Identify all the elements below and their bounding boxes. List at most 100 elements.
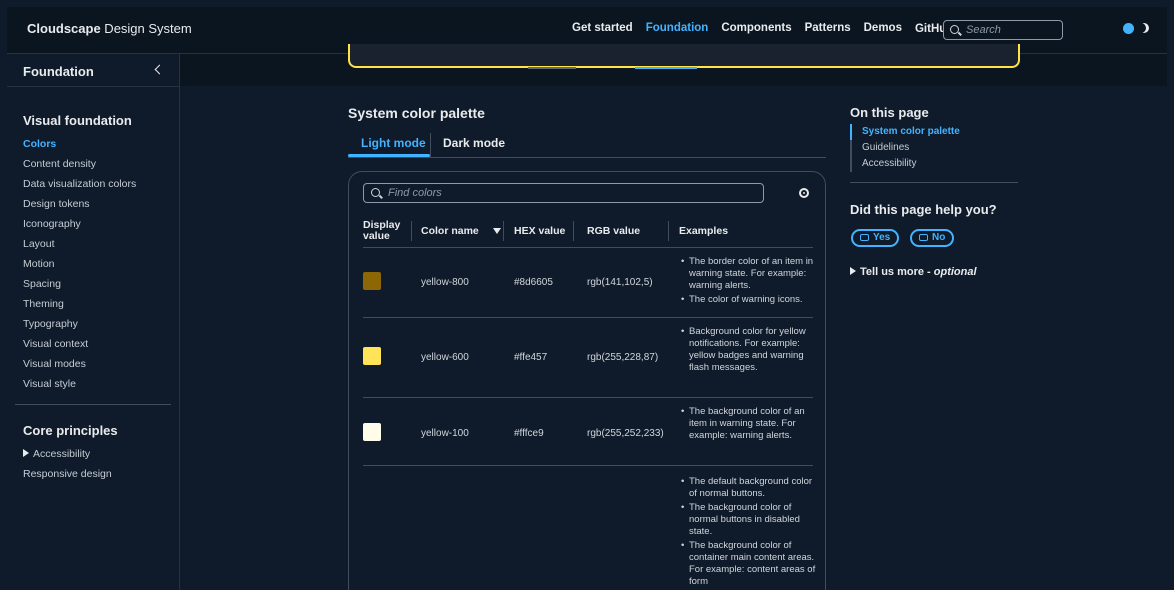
- app-frame: Cloudscape Design System Get started Fou…: [0, 0, 1174, 590]
- sidebar-item-spacing[interactable]: Spacing: [23, 274, 179, 294]
- rgb-value-cell: rgb(141,102,5): [587, 277, 653, 288]
- mode-tabs: Light mode Dark mode: [348, 133, 826, 158]
- sidebar-section-visual-foundation: Visual foundation: [23, 113, 132, 128]
- active-tab-indicator: [348, 154, 430, 157]
- right-panel-divider: [850, 182, 1018, 183]
- sidebar-item-content-density[interactable]: Content density: [23, 154, 179, 174]
- brand-logo[interactable]: Cloudscape Design System: [27, 21, 192, 36]
- sidebar-item-layout[interactable]: Layout: [23, 234, 179, 254]
- column-separator: [573, 221, 574, 241]
- rgb-value-cell: rgb(255,252,233): [587, 428, 664, 439]
- nav-link-components[interactable]: Components: [721, 22, 791, 35]
- sidebar-title[interactable]: Foundation: [23, 64, 94, 79]
- sidebar-item-responsive-design[interactable]: Responsive design: [23, 464, 179, 484]
- nav-link-get-started[interactable]: Get started: [572, 22, 633, 35]
- feedback-title: Did this page help you?: [850, 202, 997, 217]
- sidebar-item-typography[interactable]: Typography: [23, 314, 179, 334]
- anchor-accessibility[interactable]: Accessibility: [852, 156, 960, 172]
- rgb-value-cell: rgb(255,228,87): [587, 352, 659, 363]
- feedback-no-button[interactable]: No: [910, 229, 955, 247]
- example-item: The color of warning icons.: [679, 294, 819, 306]
- column-separator: [503, 221, 504, 241]
- sidebar-divider: [15, 404, 171, 405]
- sidebar-item-colors[interactable]: Colors: [23, 134, 179, 154]
- table-header: Display value Color name HEX value RGB v…: [363, 215, 813, 248]
- brand-name-bold: Cloudscape: [27, 21, 101, 36]
- sidebar-item-accessibility-label: Accessibility: [33, 448, 91, 460]
- expand-caret-icon: [23, 449, 29, 457]
- sidebar-item-visual-style[interactable]: Visual style: [23, 374, 179, 394]
- sort-descending-icon: [492, 228, 501, 234]
- nav-link-foundation[interactable]: Foundation: [646, 22, 709, 35]
- table-row: yellow-600 #ffe457 rgb(255,228,87) Backg…: [363, 318, 813, 398]
- examples-cell: Background color for yellow notification…: [679, 326, 819, 376]
- site-search-placeholder: Search: [966, 24, 1001, 36]
- example-item: The border color of an item in warning s…: [679, 256, 819, 292]
- column-header-hex-value: HEX value: [514, 224, 566, 237]
- sidebar-item-theming[interactable]: Theming: [23, 294, 179, 314]
- anchor-system-color-palette[interactable]: System color palette: [850, 124, 960, 140]
- example-item: The background color of container main c…: [679, 540, 819, 588]
- header-band: [180, 44, 1167, 86]
- search-icon: [950, 25, 959, 34]
- tab-light-mode[interactable]: Light mode: [361, 136, 426, 150]
- search-icon: [371, 188, 380, 197]
- sidebar-item-visual-context[interactable]: Visual context: [23, 334, 179, 354]
- expand-caret-icon: [850, 267, 856, 275]
- collapse-sidebar-chevron-icon[interactable]: [154, 64, 165, 75]
- table-row: The default background color of normal b…: [363, 466, 815, 590]
- example-item: The default background color of normal b…: [679, 476, 819, 500]
- example-item: The background color of normal buttons i…: [679, 502, 819, 538]
- find-colors-placeholder: Find colors: [388, 187, 442, 199]
- example-item: The background color of an item in warni…: [679, 406, 819, 442]
- color-swatch: [363, 347, 381, 365]
- tab-dark-mode[interactable]: Dark mode: [443, 136, 505, 150]
- on-this-page-title: On this page: [850, 105, 929, 120]
- sidebar-header: Foundation: [7, 54, 179, 87]
- tell-us-more-optional: optional: [933, 266, 977, 278]
- feedback-yes-label: Yes: [873, 232, 891, 243]
- color-name-cell: yellow-100: [421, 428, 469, 439]
- column-header-examples: Examples: [679, 224, 729, 237]
- color-swatch: [363, 423, 381, 441]
- warning-alert-edge: [348, 44, 1020, 69]
- mode-toggle[interactable]: [1123, 23, 1149, 34]
- sidebar-item-iconography[interactable]: Iconography: [23, 214, 179, 234]
- feedback-yes-button[interactable]: Yes: [851, 229, 900, 247]
- sidebar-section-core-principles: Core principles: [23, 423, 118, 438]
- column-header-color-name[interactable]: Color name: [421, 215, 501, 247]
- examples-cell: The default background color of normal b…: [679, 476, 819, 590]
- scroll-indicator-inactive: [528, 67, 576, 69]
- on-this-page-anchors: System color palette Guidelines Accessib…: [850, 124, 960, 172]
- feedback-no-label: No: [932, 232, 946, 243]
- table-row: yellow-100 #fffce9 rgb(255,252,233) The …: [363, 398, 813, 466]
- tell-us-more-label: Tell us more -: [860, 266, 934, 278]
- light-mode-icon[interactable]: [1123, 23, 1134, 34]
- site-search-input[interactable]: Search: [943, 20, 1063, 40]
- color-name-cell: yellow-800: [421, 277, 469, 288]
- sidebar-item-visual-modes[interactable]: Visual modes: [23, 354, 179, 374]
- column-separator: [668, 221, 669, 241]
- color-swatch: [363, 272, 381, 290]
- sidebar-item-data-visualization-colors[interactable]: Data visualization colors: [23, 174, 179, 194]
- tell-us-more-expander[interactable]: Tell us more - optional: [850, 266, 977, 278]
- find-colors-input[interactable]: Find colors: [363, 183, 764, 203]
- side-navigation: Foundation Visual foundation Colors Cont…: [7, 54, 180, 590]
- column-separator: [411, 221, 412, 241]
- scroll-indicator-active: [635, 67, 697, 69]
- tab-separator: [430, 133, 431, 157]
- sidebar-item-motion[interactable]: Motion: [23, 254, 179, 274]
- nav-link-demos[interactable]: Demos: [864, 22, 902, 35]
- gear-icon[interactable]: [799, 188, 809, 198]
- page-section-title: System color palette: [348, 105, 485, 121]
- top-nav-links: Get started Foundation Components Patter…: [572, 21, 970, 35]
- dark-mode-icon[interactable]: [1136, 23, 1146, 33]
- hex-value-cell: #ffe457: [514, 352, 548, 363]
- thumbs-up-icon: [860, 234, 869, 241]
- examples-cell: The border color of an item in warning s…: [679, 256, 819, 308]
- sidebar-item-accessibility[interactable]: Accessibility: [23, 444, 179, 464]
- nav-link-patterns[interactable]: Patterns: [805, 22, 851, 35]
- anchor-guidelines[interactable]: Guidelines: [852, 140, 960, 156]
- hex-value-cell: #fffce9: [514, 428, 544, 439]
- sidebar-item-design-tokens[interactable]: Design tokens: [23, 194, 179, 214]
